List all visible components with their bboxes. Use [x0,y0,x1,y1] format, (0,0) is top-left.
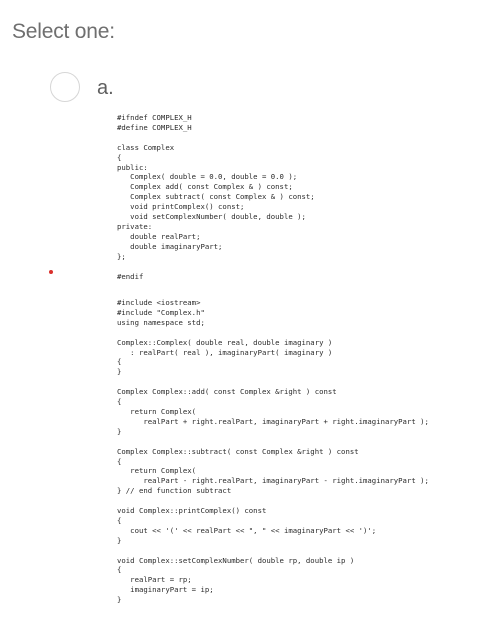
red-dot-icon [49,270,53,274]
option-a-radio[interactable] [50,72,80,102]
question-prompt: Select one: [12,20,115,43]
option-a-code-implementation: #include <iostream> #include "Complex.h"… [117,298,429,605]
option-a-label[interactable]: a. [97,77,114,100]
option-a-code-header: #ifndef COMPLEX_H #define COMPLEX_H clas… [117,113,315,281]
